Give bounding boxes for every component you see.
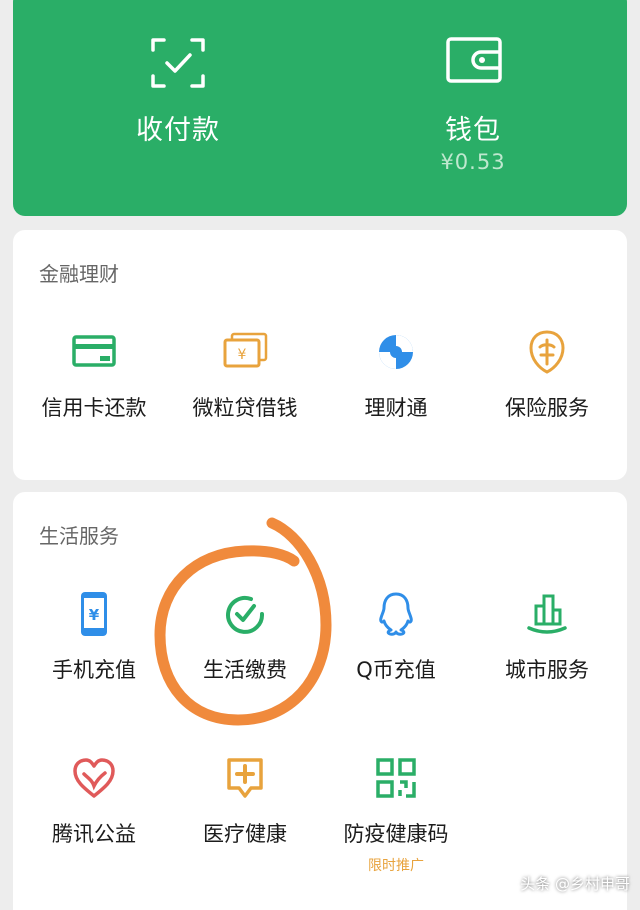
health-code-item[interactable]: 防疫健康码 限时推广 — [321, 754, 471, 884]
insurance-icon — [529, 330, 565, 374]
svg-text:¥: ¥ — [89, 606, 100, 624]
wallet-icon — [446, 37, 502, 83]
credit-card-label: 信用卡还款 — [41, 396, 147, 420]
finance-section: 金融理财 信用卡还款 ¥ 微粒贷借钱 理财通 保险服务 — [13, 230, 627, 480]
svg-text:¥: ¥ — [238, 347, 247, 363]
insurance-label: 保险服务 — [505, 396, 589, 420]
charity-heart-icon — [73, 758, 115, 798]
licaitong-icon — [379, 335, 413, 369]
city-service-label: 城市服务 — [505, 658, 589, 682]
credit-card-icon — [72, 335, 116, 367]
phone-topup-icon: ¥ — [81, 592, 107, 636]
utility-payment-icon — [226, 595, 265, 634]
medical-label: 医疗健康 — [203, 822, 287, 846]
credit-card-repay-item[interactable]: 信用卡还款 — [19, 328, 169, 438]
promo-badge: 限时推广 — [368, 858, 424, 874]
health-code-label: 防疫健康码 — [343, 822, 449, 846]
utility-payment-label: 生活缴费 — [203, 658, 287, 682]
licaitong-item[interactable]: 理财通 — [321, 328, 471, 438]
wallet-label: 钱包 — [445, 115, 501, 146]
phone-topup-item[interactable]: ¥ 手机充值 — [19, 590, 169, 700]
weilidai-item[interactable]: ¥ 微粒贷借钱 — [170, 328, 320, 438]
life-services-section: 生活服务 ¥ 手机充值 生活缴费 Q币充值 城市服务 腾讯公益 医疗健康 防疫健… — [13, 492, 627, 910]
qq-coin-item[interactable]: Q币充值 — [321, 590, 471, 700]
watermark: 头条 @乡村申哥 — [520, 875, 630, 893]
qq-coin-label: Q币充值 — [356, 658, 436, 682]
qr-code-icon — [376, 758, 416, 798]
phone-topup-label: 手机充值 — [52, 658, 136, 682]
utility-payment-item[interactable]: 生活缴费 — [170, 590, 320, 700]
section-title-finance: 金融理财 — [39, 262, 119, 286]
medical-item[interactable]: 医疗健康 — [170, 754, 320, 864]
charity-item[interactable]: 腾讯公益 — [19, 754, 169, 864]
top-action-card: 收付款 钱包 ¥0.53 — [13, 0, 627, 216]
wallet-balance: ¥0.53 — [440, 150, 506, 174]
medical-icon — [227, 758, 263, 798]
city-service-icon — [527, 594, 567, 634]
qq-coin-icon — [379, 592, 413, 636]
insurance-item[interactable]: 保险服务 — [472, 328, 622, 438]
city-service-item[interactable]: 城市服务 — [472, 590, 622, 700]
weilidai-label: 微粒贷借钱 — [192, 396, 298, 420]
charity-label: 腾讯公益 — [52, 822, 136, 846]
pay-label: 收付款 — [136, 115, 220, 146]
scan-check-icon — [151, 38, 205, 88]
loan-yen-icon: ¥ — [223, 332, 268, 368]
licaitong-label: 理财通 — [364, 396, 428, 420]
section-title-life: 生活服务 — [39, 524, 119, 548]
